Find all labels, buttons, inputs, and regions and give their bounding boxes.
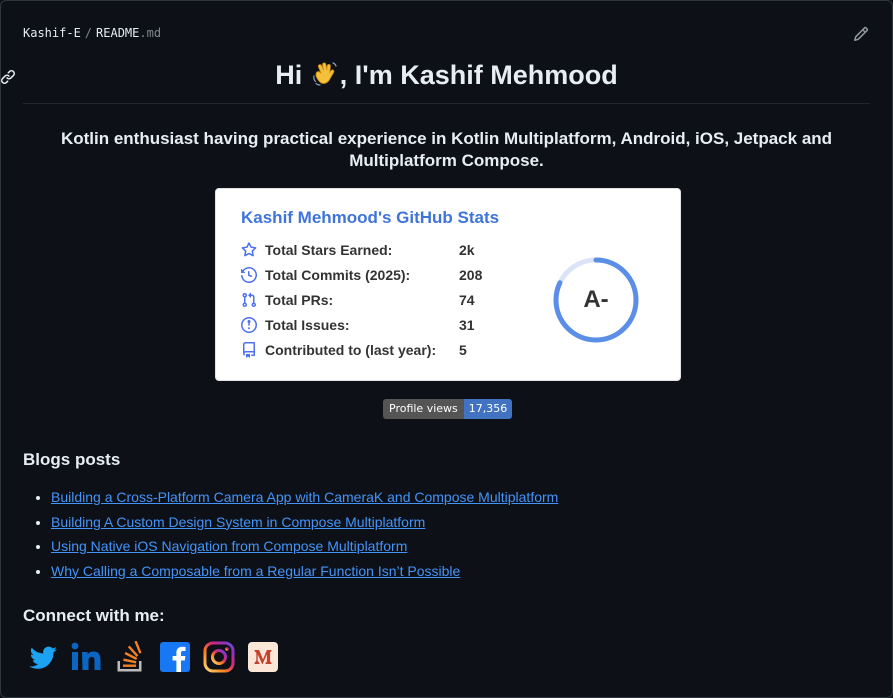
page-title: Hi , I'm Kashif Mehmood: [0, 60, 893, 91]
stat-label: Total Commits (2025):: [265, 267, 411, 283]
list-item: Building A Custom Design System in Compo…: [51, 511, 558, 536]
breadcrumb-file-name: README: [96, 26, 140, 40]
blog-list: Building a Cross-Platform Camera App wit…: [23, 486, 558, 584]
title-suffix: , I'm Kashif Mehmood: [339, 60, 618, 90]
blog-link[interactable]: Building A Custom Design System in Compo…: [51, 514, 425, 530]
breadcrumb-separator: /: [84, 26, 93, 40]
stat-label: Total PRs:: [265, 292, 334, 308]
repo-icon: [243, 342, 255, 358]
waving-hand-icon: [312, 62, 337, 86]
connect-heading: Connect with me:: [23, 606, 165, 625]
intro-text: Kotlin enthusiast having practical exper…: [60, 129, 833, 170]
breadcrumb-file-ext: .md: [139, 26, 162, 40]
stat-label: Total Issues:: [265, 317, 350, 333]
breadcrumb-owner-link[interactable]: Kashif-E: [23, 26, 81, 40]
title-divider: [23, 103, 870, 104]
star-icon: [241, 242, 257, 257]
stat-value: 5: [459, 342, 467, 358]
blog-link[interactable]: Building a Cross-Platform Camera App wit…: [51, 489, 558, 505]
list-item: Why Calling a Composable from a Regular …: [51, 560, 558, 585]
breadcrumb: Kashif-E / README.md: [23, 26, 161, 40]
blogs-heading: Blogs posts: [23, 450, 121, 469]
stats-card-title: Kashif Mehmood's GitHub Stats: [241, 208, 500, 227]
blog-link[interactable]: Using Native iOS Navigation from Compose…: [51, 538, 407, 554]
list-item: Using Native iOS Navigation from Compose…: [51, 535, 558, 560]
history-icon: [241, 267, 257, 283]
stat-value: 74: [459, 292, 475, 308]
stat-row-stars: Total Stars Earned: 2k: [241, 241, 521, 261]
github-stats-card[interactable]: Kashif Mehmood's GitHub Stats Total Star…: [215, 188, 681, 381]
medium-icon[interactable]: [247, 641, 279, 673]
stat-row-commits: Total Commits (2025): 208: [241, 266, 521, 286]
pull-request-icon: [242, 292, 257, 308]
blog-link[interactable]: Why Calling a Composable from a Regular …: [51, 563, 460, 579]
issue-icon: [241, 317, 257, 333]
pencil-icon[interactable]: [853, 26, 869, 42]
stackoverflow-icon[interactable]: [115, 641, 147, 673]
stat-value: 31: [459, 317, 475, 333]
facebook-icon[interactable]: [159, 641, 191, 673]
stat-value: 2k: [459, 242, 475, 258]
profile-views-count: 17,356: [463, 399, 513, 419]
profile-views-label: Profile views: [383, 399, 464, 419]
instagram-icon[interactable]: [203, 641, 235, 673]
linkedin-icon[interactable]: [71, 641, 103, 673]
profile-views-badge: Profile views 17,356: [383, 399, 513, 419]
stat-label: Contributed to (last year):: [265, 342, 437, 358]
stat-label: Total Stars Earned:: [265, 242, 393, 258]
rank-grade: A-: [583, 286, 609, 313]
stat-value: 208: [459, 267, 483, 283]
stat-row-prs: Total PRs: 74: [241, 291, 521, 311]
stat-row-issues: Total Issues: 31: [241, 316, 521, 336]
twitter-icon[interactable]: [27, 641, 59, 673]
list-item: Building a Cross-Platform Camera App wit…: [51, 486, 558, 511]
title-prefix: Hi: [275, 60, 310, 90]
stat-row-contributed: Contributed to (last year): 5: [241, 341, 521, 361]
